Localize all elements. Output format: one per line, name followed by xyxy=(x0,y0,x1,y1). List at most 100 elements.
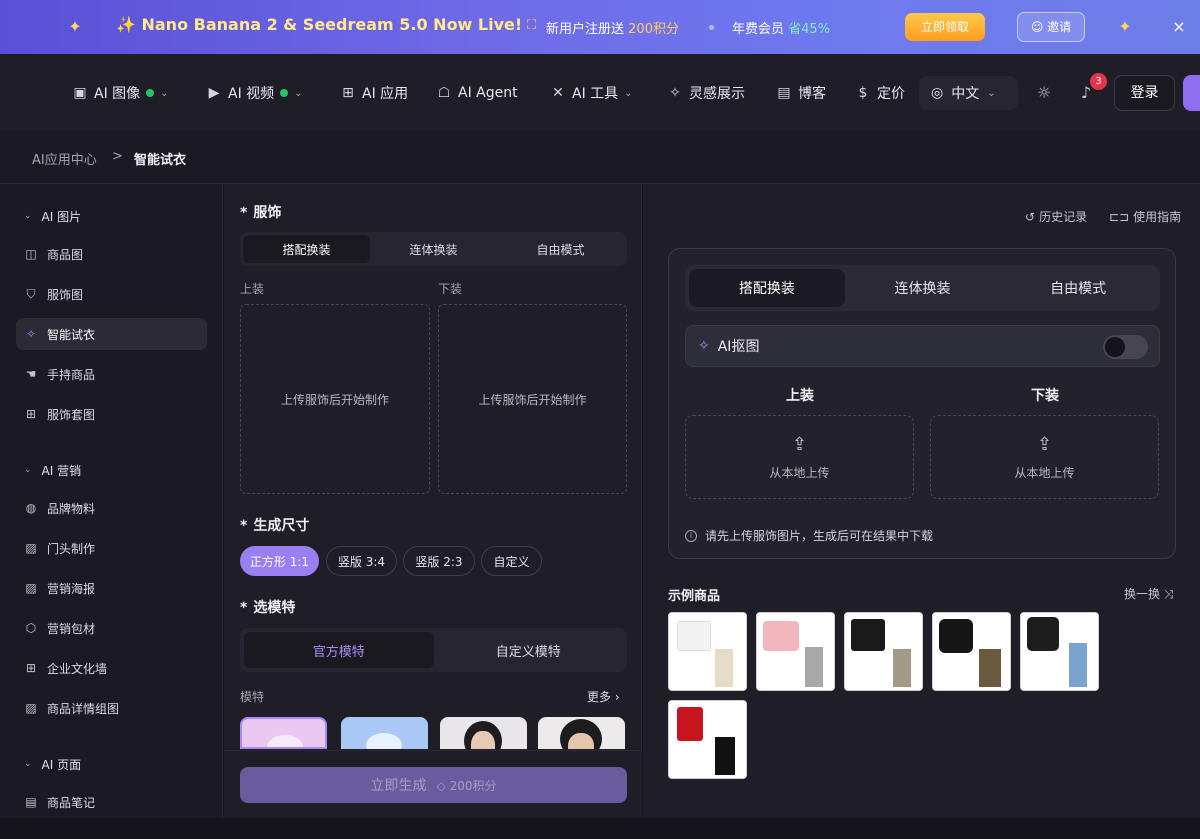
grid-icon: ⊞ xyxy=(25,407,37,421)
hand-icon: ☚ xyxy=(25,367,37,381)
sidebar-item-brand[interactable]: ◍ 品牌物料 xyxy=(16,492,207,524)
sweater-image xyxy=(763,621,799,651)
chevron-down-icon: ⌄ xyxy=(24,465,32,475)
nav-ai-apps[interactable]: ⊞ AI 应用 xyxy=(340,83,408,103)
tab-official-models[interactable]: 官方模特 xyxy=(244,632,434,668)
notification-badge: 3 xyxy=(1090,73,1107,90)
sample-product[interactable] xyxy=(668,612,747,691)
nav-ai-image[interactable]: ▣ AI 图像 ⌄ xyxy=(72,83,169,103)
model-thumb[interactable] xyxy=(240,717,327,749)
top-upload-area[interactable]: 上传服饰后开始制作 xyxy=(240,304,430,494)
tab-outfit-swap[interactable]: 搭配换装 xyxy=(689,269,845,307)
window-bottom-edge xyxy=(0,818,1200,839)
sample-product[interactable] xyxy=(756,612,835,691)
bottom-label: 下装 xyxy=(1031,388,1059,404)
sidebar-item-detail-images[interactable]: ▨ 商品详情组图 xyxy=(16,692,207,724)
nav-ai-agent[interactable]: ☖ AI Agent xyxy=(436,83,518,103)
sidebar-item-packaging[interactable]: ⬡ 营销包材 xyxy=(16,612,207,644)
pants-image xyxy=(893,649,911,687)
sidebar-item-smart-tryon[interactable]: ✧ 智能试衣 xyxy=(16,318,207,350)
jacket-image xyxy=(851,619,885,651)
nav-inspiration[interactable]: ✧ 灵感展示 xyxy=(667,83,745,103)
ai-cutout-toggle[interactable] xyxy=(1103,335,1148,359)
sparkle-icon: ✦ xyxy=(1118,17,1132,36)
generate-button[interactable]: 立即生成 ◇ 200积分 xyxy=(240,767,627,803)
pants-image xyxy=(715,737,735,775)
claim-button[interactable]: 立即领取 xyxy=(905,13,985,41)
sparkle-icon: ✧ xyxy=(669,85,681,101)
bottom-upload-area[interactable]: 上传服饰后开始制作 xyxy=(438,304,627,494)
sample-product[interactable] xyxy=(844,612,923,691)
top-nav: ▣ AI 图像 ⌄ ▶ AI 视频 ⌄ ⊞ AI 应用 ☖ AI Agent ✕ AI 工具 ⌄… xyxy=(0,54,1200,131)
tab-free-mode[interactable]: 自由模式 xyxy=(497,235,624,263)
tab-onepiece-swap[interactable]: 连体换装 xyxy=(845,269,1001,307)
language-select[interactable]: ◎ 中文 ⌄ xyxy=(919,76,1018,110)
jeans-image xyxy=(1069,643,1087,687)
size-square[interactable]: 正方形 1:1 xyxy=(240,546,319,576)
info-icon: i xyxy=(685,529,697,542)
breadcrumb-parent[interactable]: AI应用中心 xyxy=(32,149,97,168)
bag-icon: ◫ xyxy=(25,247,37,261)
breadcrumb: AI应用中心 > 智能试衣 xyxy=(0,131,1200,184)
sidebar-item-culture-wall[interactable]: ⊞ 企业文化墙 xyxy=(16,652,207,684)
bottom-local-upload[interactable]: ⇪ 从本地上传 xyxy=(930,415,1159,499)
sidebar-item-storefront[interactable]: ▨ 门头制作 xyxy=(16,532,207,564)
preview-panel: ↺ 历史记录 ⊏⊐ 使用指南 搭配换装 连体换装 自由模式 ✧ AI抠图 上装 下装… xyxy=(643,184,1200,818)
image-icon: ▣ xyxy=(73,85,87,101)
chevron-down-icon: ⌄ xyxy=(160,87,169,99)
tab-onepiece-swap[interactable]: 连体换装 xyxy=(370,235,497,263)
sidebar-item-apparel-image[interactable]: ⛉ 服饰图 xyxy=(16,278,207,310)
nav-ai-tools[interactable]: ✕ AI 工具 ⌄ xyxy=(550,83,632,103)
vip-promo: 年费会员 省45% xyxy=(732,22,831,37)
sidebar-item-apparel-set[interactable]: ⊞ 服饰套图 xyxy=(16,398,207,430)
sidebar-item-product-notes[interactable]: ▤ 商品笔记 xyxy=(16,786,207,818)
size-3-4[interactable]: 竖版 3:4 xyxy=(326,546,397,576)
chevron-down-icon: ⌄ xyxy=(294,87,303,99)
close-icon[interactable]: × xyxy=(1168,16,1190,38)
sparkle-icon: ✧ xyxy=(698,338,710,354)
sample-product[interactable] xyxy=(1020,612,1099,691)
shirt-icon: ⛉ xyxy=(26,287,36,301)
model-thumb[interactable] xyxy=(440,717,527,749)
nav-blog[interactable]: ▤ 博客 xyxy=(776,83,826,103)
vest-image xyxy=(1027,617,1059,651)
sidebar-section-ai-marketing[interactable]: ⌄ AI 营销 xyxy=(24,462,81,478)
nav-pricing[interactable]: $ 定价 xyxy=(855,83,905,103)
tab-custom-models[interactable]: 自定义模特 xyxy=(434,632,624,668)
tab-outfit-swap[interactable]: 搭配换装 xyxy=(243,235,370,263)
size-custom[interactable]: 自定义 xyxy=(481,546,542,576)
sample-product[interactable] xyxy=(932,612,1011,691)
sidebar-section-ai-image[interactable]: ⌄ AI 图片 xyxy=(24,208,81,224)
points-cost: ◇ 200积分 xyxy=(436,778,497,793)
status-dot xyxy=(146,89,155,97)
invite-button[interactable]: ☺ 邀请 xyxy=(1017,12,1085,42)
model-thumb[interactable] xyxy=(538,717,625,749)
sample-product[interactable] xyxy=(668,700,747,779)
size-2-3[interactable]: 竖版 2:3 xyxy=(403,546,475,576)
shuffle-button[interactable]: 换一换 ⤨ xyxy=(1124,585,1173,602)
sidebar-item-product-image[interactable]: ◫ 商品图 xyxy=(16,238,207,270)
sidebar-item-handheld[interactable]: ☚ 手持商品 xyxy=(16,358,207,390)
history-link[interactable]: ↺ 历史记录 xyxy=(1025,208,1087,225)
clothing-mode-tabs: 搭配换装 连体换装 自由模式 xyxy=(240,232,627,266)
model-face xyxy=(471,731,495,749)
guide-link[interactable]: ⊏⊐ 使用指南 xyxy=(1109,208,1181,225)
model-thumb[interactable] xyxy=(341,717,428,749)
theme-toggle-icon[interactable]: ☼ xyxy=(1034,83,1054,103)
nav-ai-video[interactable]: ▶ AI 视频 ⌄ xyxy=(206,83,303,103)
chevron-right-icon: > xyxy=(112,149,123,164)
more-models-link[interactable]: 更多 › xyxy=(587,688,620,705)
signup-button[interactable] xyxy=(1183,75,1200,111)
sidebar-section-ai-page[interactable]: ⌄ AI 页面 xyxy=(24,756,81,772)
toggle-knob xyxy=(1105,337,1125,357)
upload-card: 搭配换装 连体换装 自由模式 ✧ AI抠图 上装 下装 ⇪ 从本地上传 ⇪ 从本… xyxy=(668,248,1176,559)
sidebar-item-poster[interactable]: ▨ 营销海报 xyxy=(16,572,207,604)
cardigan-image xyxy=(677,707,703,741)
tab-free-mode[interactable]: 自由模式 xyxy=(1000,269,1156,307)
login-button[interactable]: 登录 xyxy=(1114,75,1175,111)
picture-icon: ▨ xyxy=(25,541,37,555)
pants-image xyxy=(805,647,823,687)
register-promo: 新用户注册送 200积分 xyxy=(546,22,679,37)
palette-icon: ◍ xyxy=(25,501,37,515)
top-local-upload[interactable]: ⇪ 从本地上传 xyxy=(685,415,914,499)
